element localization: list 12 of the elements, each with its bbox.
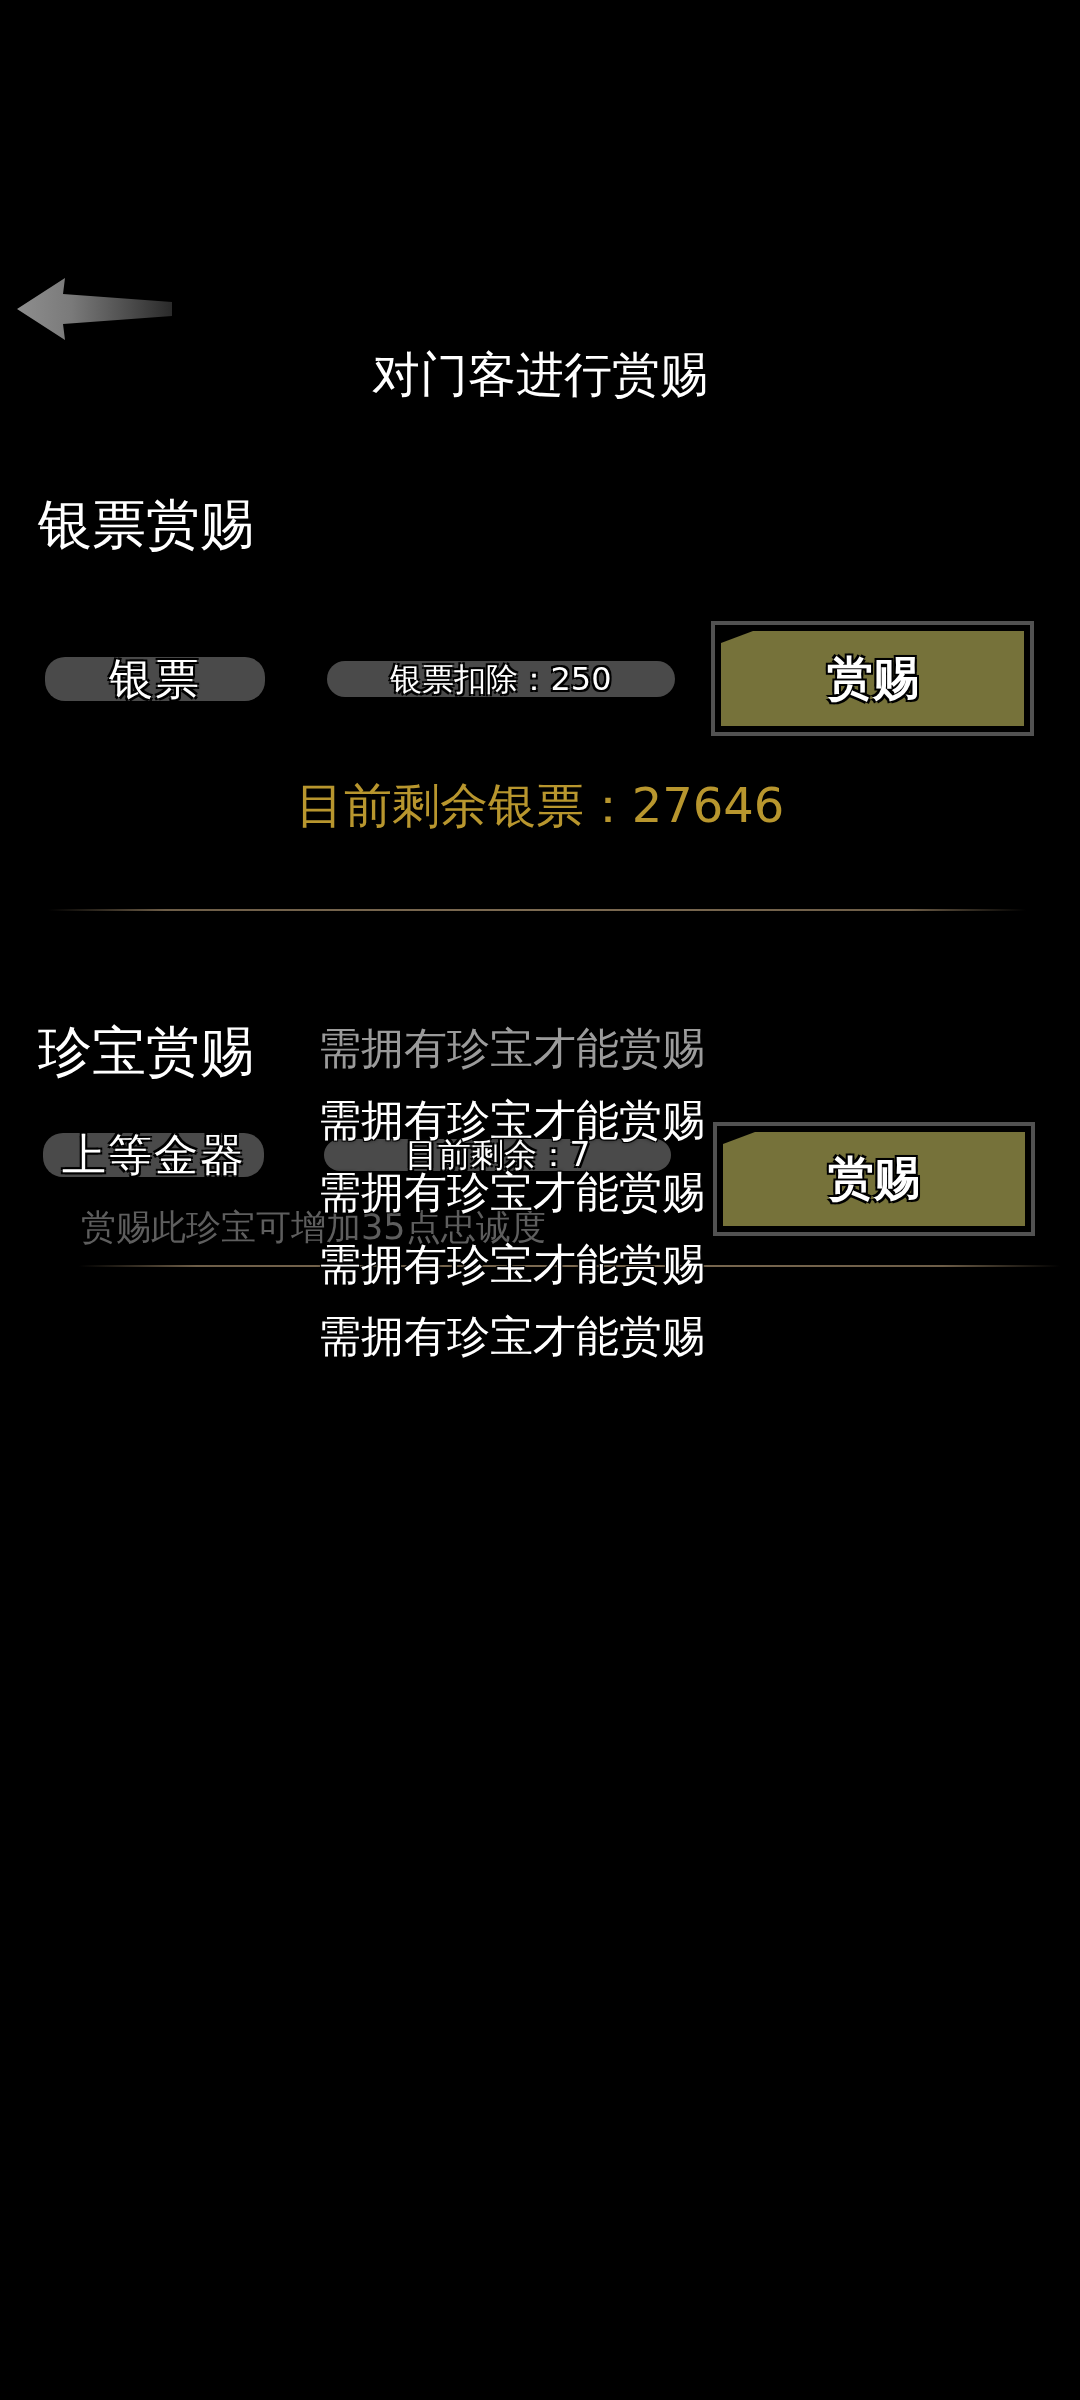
toast-message: 需拥有珍宝才能赏赐 <box>318 1310 705 1362</box>
section-heading: 银票赏赐 <box>38 495 254 555</box>
reward-button[interactable]: 赏赐 <box>711 621 1034 736</box>
balance-text: 目前剩余银票：27646 <box>295 777 785 833</box>
section-heading: 珍宝赏赐 <box>38 1022 254 1082</box>
cost-label: 银票扣除：250 <box>327 660 675 697</box>
reward-button[interactable]: 赏赐 <box>713 1122 1035 1236</box>
toast-message: 需拥有珍宝才能赏赐 <box>318 1022 705 1074</box>
page-title: 对门客进行赏赐 <box>372 348 708 400</box>
item-label: 银票 <box>45 656 265 701</box>
back-arrow-icon[interactable] <box>17 278 172 340</box>
item-label: 上等金器 <box>43 1133 264 1177</box>
